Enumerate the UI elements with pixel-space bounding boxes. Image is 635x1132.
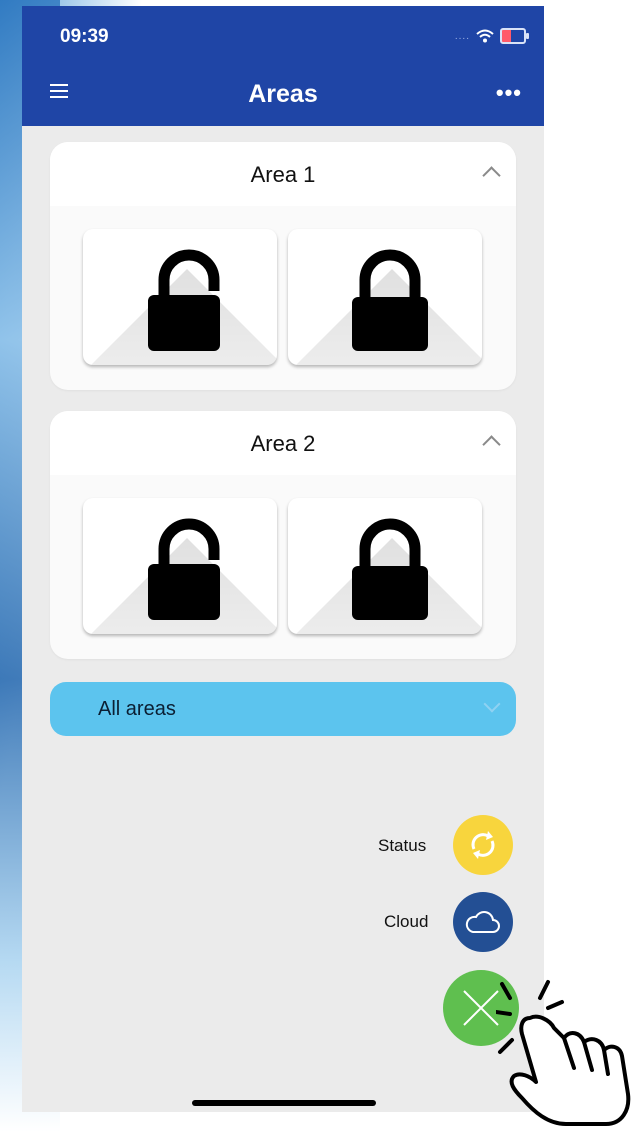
signal-dots: .... — [454, 30, 470, 42]
status-button[interactable] — [453, 815, 513, 875]
hand-pointer-icon — [496, 980, 631, 1126]
home-indicator — [192, 1100, 376, 1106]
area-card-2: Area 2 — [50, 411, 516, 659]
cloud-label: Cloud — [384, 912, 429, 931]
area-name: Area 2 — [250, 431, 316, 456]
app-header: 09:39 .... Areas ••• — [22, 6, 544, 126]
refresh-arrows-icon — [471, 831, 495, 859]
wifi-icon — [476, 29, 494, 43]
cloud-icon — [465, 911, 500, 933]
lock-tiles — [83, 229, 482, 365]
status-icons: .... — [454, 28, 529, 44]
unlocked-padlock-icon — [148, 518, 220, 620]
chevron-down-icon — [483, 695, 501, 713]
area-header-1[interactable]: Area 1 — [50, 142, 516, 206]
all-areas-label: All areas — [98, 698, 176, 720]
lock-area-button[interactable] — [288, 229, 482, 365]
all-areas-dropdown[interactable]: All areas — [50, 682, 516, 736]
unlock-area-button[interactable] — [83, 229, 277, 365]
locked-padlock-icon — [352, 518, 428, 620]
status-label: Status — [378, 836, 427, 855]
status-time: 09:39 — [60, 26, 109, 47]
lock-tiles — [83, 498, 482, 634]
unlock-area-button[interactable] — [83, 498, 277, 634]
battery-charging-icon — [500, 28, 529, 44]
page-title: Areas — [248, 80, 318, 108]
cloud-button[interactable] — [453, 892, 513, 952]
phone-screen: 09:39 .... Areas ••• Area 1 Area 2 All a… — [22, 6, 544, 1112]
area-header-2[interactable]: Area 2 — [50, 411, 516, 475]
area-card-1: Area 1 — [50, 142, 516, 390]
locked-padlock-icon — [352, 249, 428, 351]
lock-area-button[interactable] — [288, 498, 482, 634]
area-name: Area 1 — [250, 162, 316, 187]
more-dots-icon[interactable]: ••• — [496, 80, 522, 106]
unlocked-padlock-icon — [148, 249, 220, 351]
